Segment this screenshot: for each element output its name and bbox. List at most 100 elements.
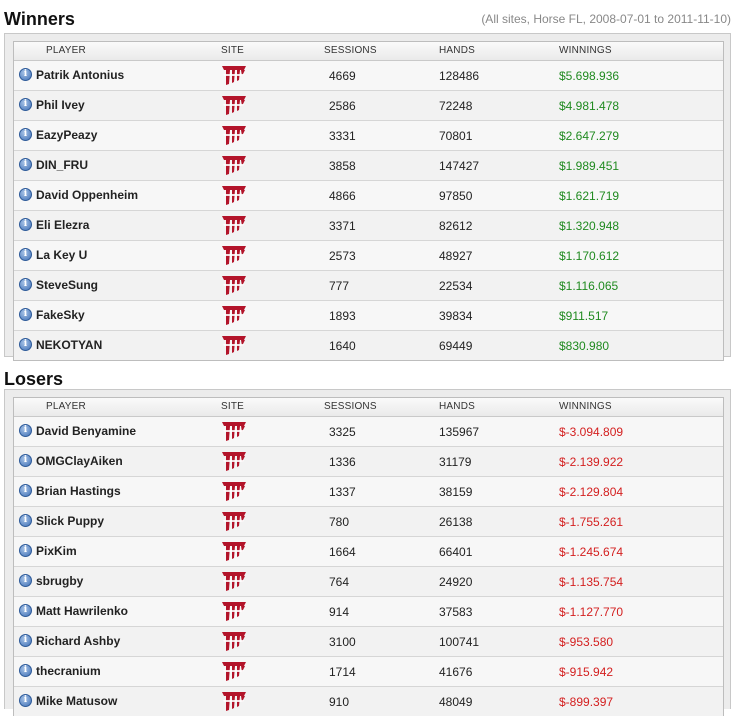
hands-cell: 72248 [439, 99, 473, 113]
player-name[interactable]: David Oppenheim [36, 188, 138, 202]
info-icon[interactable]: i [19, 278, 32, 291]
winnings-cell: $-953.580 [559, 635, 614, 649]
losers-panel: PLAYER SITE SESSIONS HANDS WINNINGS i Dav… [4, 389, 731, 716]
info-icon[interactable]: i [19, 664, 32, 677]
losers-table-header: PLAYER SITE SESSIONS HANDS WINNINGS [14, 398, 723, 417]
winnings-cell: $911.517 [559, 309, 609, 323]
site-logo-icon [220, 510, 248, 532]
col-hands-header[interactable]: HANDS [439, 401, 475, 412]
col-site-header[interactable]: SITE [221, 45, 244, 56]
winnings-cell: $1.170.612 [559, 249, 620, 263]
col-winnings-header[interactable]: WINNINGS [559, 45, 612, 56]
site-logo-icon [220, 244, 248, 266]
info-icon[interactable]: i [19, 128, 32, 141]
info-icon[interactable]: i [19, 634, 32, 647]
player-name[interactable]: Patrik Antonius [36, 68, 124, 82]
winners-table: PLAYER SITE SESSIONS HANDS WINNINGS i Pat… [13, 41, 724, 361]
sessions-cell: 1640 [329, 339, 356, 353]
player-name[interactable]: Eli Elezra [36, 218, 89, 232]
player-name[interactable]: thecranium [36, 664, 101, 678]
sessions-cell: 4669 [329, 69, 356, 83]
col-player-header[interactable]: PLAYER [46, 45, 86, 56]
site-logo-icon [220, 274, 248, 296]
player-name[interactable]: OMGClayAiken [36, 454, 123, 468]
player-name[interactable]: Phil Ivey [36, 98, 85, 112]
player-name[interactable]: Matt Hawrilenko [36, 604, 128, 618]
sessions-cell: 1337 [329, 485, 356, 499]
winnings-cell: $1.116.065 [559, 279, 619, 293]
col-sessions-header[interactable]: SESSIONS [324, 401, 377, 412]
site-logo-icon [220, 154, 248, 176]
player-name[interactable]: Brian Hastings [36, 484, 121, 498]
table-row: i David Oppenheim 4866 97850 $1.621.719 [14, 181, 723, 211]
table-row: i OMGClayAiken 1336 31179 $-2.139.922 [14, 447, 723, 477]
winnings-cell: $-1.127.770 [559, 605, 624, 619]
player-name[interactable]: SteveSung [36, 278, 98, 292]
winnings-cell: $-1.755.261 [559, 515, 624, 529]
player-name[interactable]: Richard Ashby [36, 634, 120, 648]
player-name[interactable]: sbrugby [36, 574, 83, 588]
hands-cell: 24920 [439, 575, 473, 589]
col-site-header[interactable]: SITE [221, 401, 244, 412]
player-name[interactable]: FakeSky [36, 308, 85, 322]
hands-cell: 69449 [439, 339, 473, 353]
hands-cell: 70801 [439, 129, 473, 143]
info-icon[interactable]: i [19, 424, 32, 437]
table-row: i NEKOTYAN 1640 69449 $830.980 [14, 331, 723, 360]
site-logo-icon [220, 660, 248, 682]
hands-cell: 135967 [439, 425, 480, 439]
filter-summary: (All sites, Horse FL, 2008-07-01 to 2011… [481, 12, 731, 26]
sessions-cell: 910 [329, 695, 350, 709]
info-icon[interactable]: i [19, 188, 32, 201]
hands-cell: 82612 [439, 219, 473, 233]
info-icon[interactable]: i [19, 308, 32, 321]
info-icon[interactable]: i [19, 338, 32, 351]
hands-cell: 128486 [439, 69, 480, 83]
info-icon[interactable]: i [19, 98, 32, 111]
player-name[interactable]: La Key U [36, 248, 87, 262]
table-row: i DIN_FRU 3858 147427 $1.989.451 [14, 151, 723, 181]
table-row: i SteveSung 777 22534 $1.116.065 [14, 271, 723, 301]
sessions-cell: 1336 [329, 455, 356, 469]
site-logo-icon [220, 184, 248, 206]
player-name[interactable]: Slick Puppy [36, 514, 104, 528]
site-logo-icon [220, 124, 248, 146]
winners-heading: Winners [4, 9, 75, 29]
info-icon[interactable]: i [19, 514, 32, 527]
player-name[interactable]: David Benyamine [36, 424, 136, 438]
winnings-cell: $-1.245.674 [559, 545, 624, 559]
info-icon[interactable]: i [19, 218, 32, 231]
info-icon[interactable]: i [19, 484, 32, 497]
info-icon[interactable]: i [19, 694, 32, 707]
col-sessions-header[interactable]: SESSIONS [324, 45, 377, 56]
table-row: i EazyPeazy 3331 70801 $2.647.279 [14, 121, 723, 151]
losers-heading: Losers [4, 369, 64, 389]
col-hands-header[interactable]: HANDS [439, 45, 475, 56]
player-name[interactable]: DIN_FRU [36, 158, 88, 172]
table-row: i Matt Hawrilenko 914 37583 $-1.127.770 [14, 597, 723, 627]
sessions-cell: 3858 [329, 159, 356, 173]
info-icon[interactable]: i [19, 574, 32, 587]
sessions-cell: 1714 [329, 665, 356, 679]
info-icon[interactable]: i [19, 454, 32, 467]
player-name[interactable]: NEKOTYAN [36, 338, 102, 352]
winnings-cell: $830.980 [559, 339, 610, 353]
hands-cell: 66401 [439, 545, 473, 559]
winnings-cell: $1.320.948 [559, 219, 620, 233]
player-name[interactable]: EazyPeazy [36, 128, 97, 142]
hands-cell: 147427 [439, 159, 480, 173]
losers-table: PLAYER SITE SESSIONS HANDS WINNINGS i Dav… [13, 397, 724, 716]
info-icon[interactable]: i [19, 68, 32, 81]
player-name[interactable]: Mike Matusow [36, 694, 117, 708]
col-player-header[interactable]: PLAYER [46, 401, 86, 412]
player-name[interactable]: PixKim [36, 544, 77, 558]
info-icon[interactable]: i [19, 604, 32, 617]
winnings-cell: $-2.129.804 [559, 485, 624, 499]
col-winnings-header[interactable]: WINNINGS [559, 401, 612, 412]
info-icon[interactable]: i [19, 544, 32, 557]
info-icon[interactable]: i [19, 248, 32, 261]
table-row: i Mike Matusow 910 48049 $-899.397 [14, 687, 723, 716]
site-logo-icon [220, 450, 248, 472]
info-icon[interactable]: i [19, 158, 32, 171]
hands-cell: 22534 [439, 279, 473, 293]
